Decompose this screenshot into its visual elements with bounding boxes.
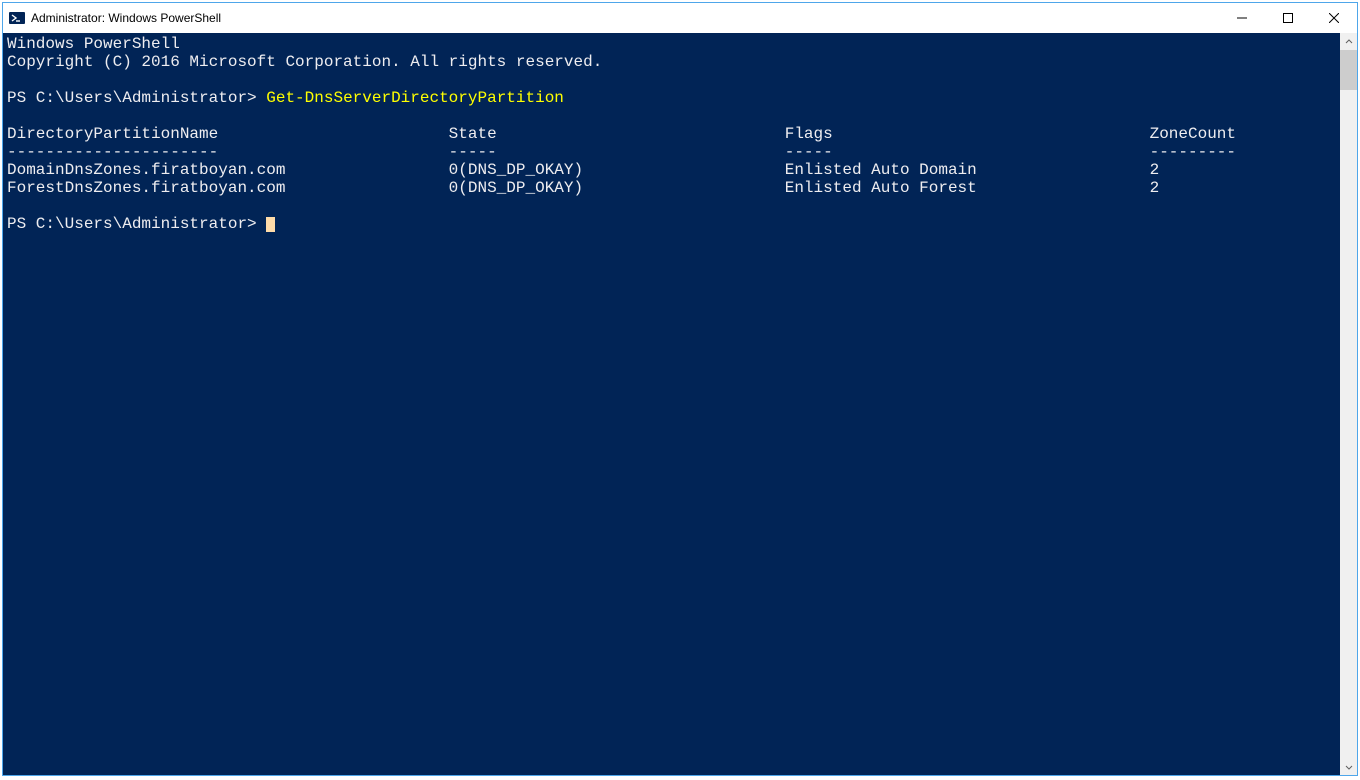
prompt: PS C:\Users\Administrator> (7, 89, 257, 107)
terminal[interactable]: Windows PowerShell Copyright (C) 2016 Mi… (3, 33, 1340, 775)
scroll-up-button[interactable] (1340, 33, 1357, 50)
minimize-button[interactable] (1219, 3, 1265, 33)
banner-line: Copyright (C) 2016 Microsoft Corporation… (7, 53, 602, 71)
close-button[interactable] (1311, 3, 1357, 33)
scroll-thumb[interactable] (1340, 50, 1357, 90)
powershell-window: Administrator: Windows PowerShell Window… (2, 2, 1358, 776)
powershell-icon (9, 10, 25, 26)
window-title: Administrator: Windows PowerShell (31, 11, 221, 25)
table-divider: ---------------------- ----- ----- -----… (7, 143, 1236, 161)
table-row: DomainDnsZones.firatboyan.com 0(DNS_DP_O… (7, 161, 1159, 179)
table-header: DirectoryPartitionName State Flags ZoneC… (7, 125, 1236, 143)
banner-line: Windows PowerShell (7, 35, 180, 53)
prompt: PS C:\Users\Administrator> (7, 215, 257, 233)
maximize-button[interactable] (1265, 3, 1311, 33)
command-text: Get-DnsServerDirectoryPartition (266, 89, 564, 107)
vertical-scrollbar[interactable] (1340, 33, 1357, 775)
table-row: ForestDnsZones.firatboyan.com 0(DNS_DP_O… (7, 179, 1159, 197)
window-controls (1219, 3, 1357, 33)
terminal-wrap: Windows PowerShell Copyright (C) 2016 Mi… (3, 33, 1357, 775)
titlebar[interactable]: Administrator: Windows PowerShell (3, 3, 1357, 33)
scroll-down-button[interactable] (1340, 758, 1357, 775)
scroll-track[interactable] (1340, 50, 1357, 758)
cursor (266, 217, 275, 232)
